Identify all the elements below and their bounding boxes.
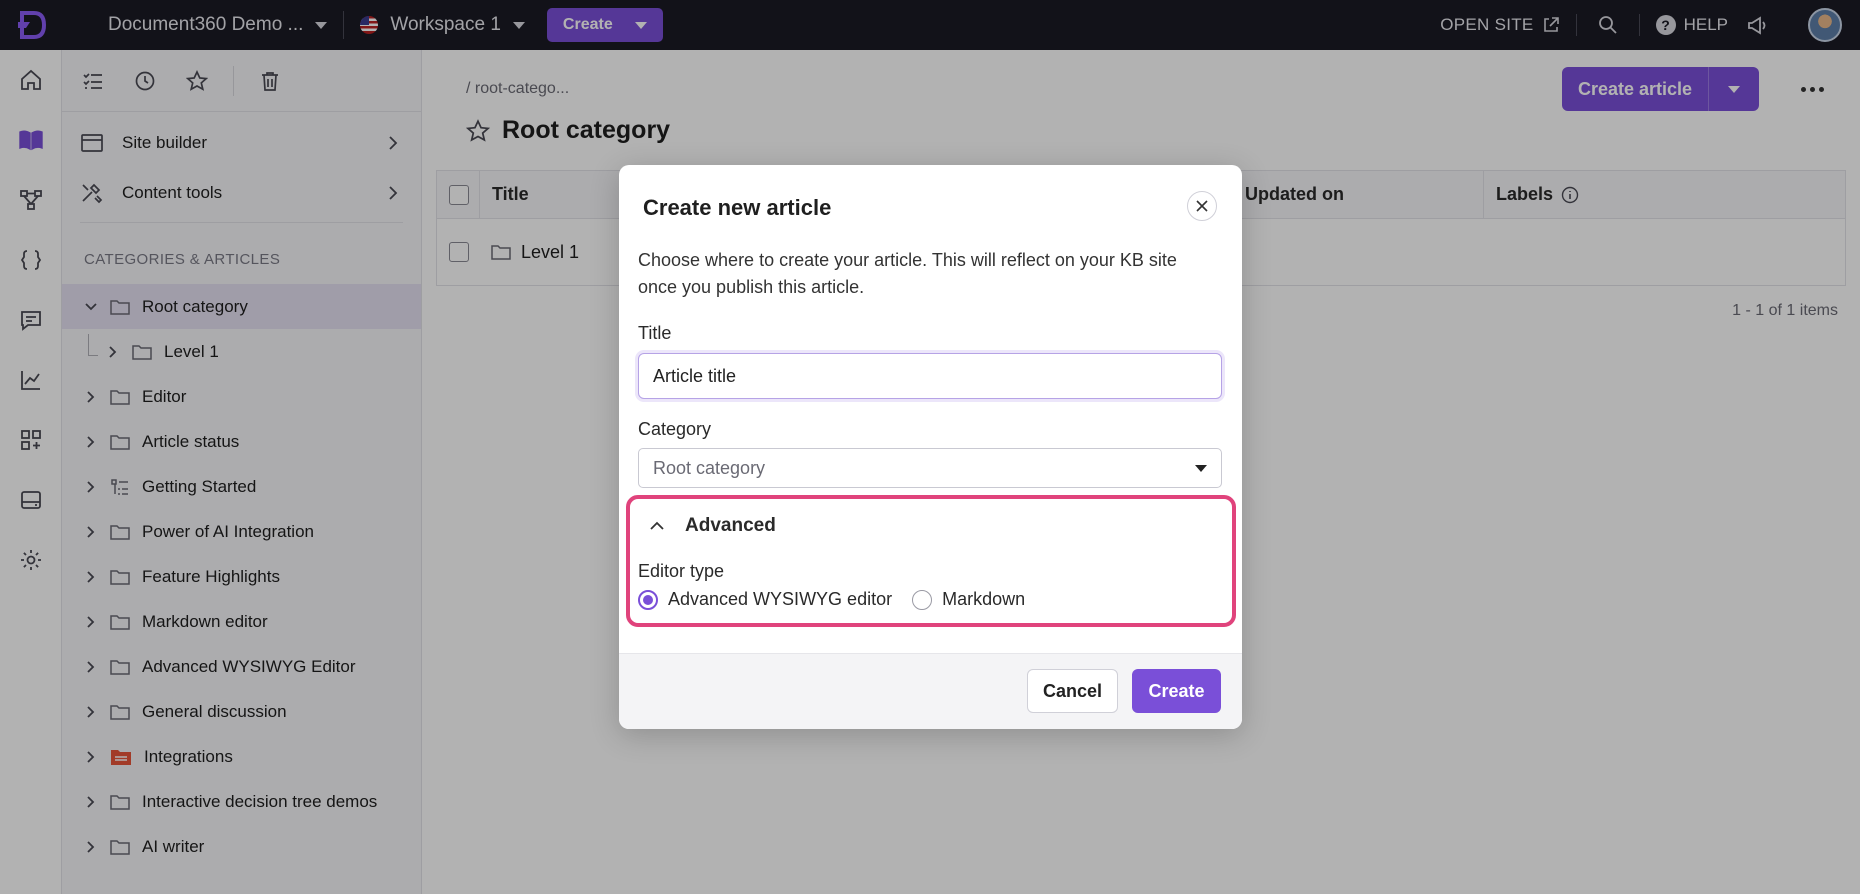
close-button[interactable]	[1187, 191, 1217, 221]
create-button[interactable]: Create	[1132, 669, 1221, 713]
title-input[interactable]	[638, 353, 1222, 399]
wysiwyg-radio[interactable]	[638, 589, 658, 610]
dialog-description: Choose where to create your article. Thi…	[638, 250, 1177, 297]
wysiwyg-radio-label[interactable]: Advanced WYSIWYG editor	[668, 589, 892, 610]
close-icon	[1196, 200, 1208, 212]
category-select-value: Root category	[653, 457, 766, 478]
editor-type-options: Advanced WYSIWYG editor Markdown	[638, 589, 1025, 610]
chevron-down-icon	[1195, 464, 1207, 472]
dialog-footer: Cancel Create	[619, 653, 1242, 729]
title-field-label: Title	[638, 323, 672, 343]
category-field-label: Category	[638, 419, 712, 439]
category-select[interactable]: Root category	[638, 448, 1222, 488]
cancel-button[interactable]: Cancel	[1027, 669, 1118, 713]
markdown-radio[interactable]	[912, 589, 933, 610]
editor-type-label: Editor type	[638, 561, 725, 581]
advanced-toggle[interactable]: Advanced	[649, 515, 776, 537]
advanced-section: Advanced Editor type Advanced WYSIWYG ed…	[626, 495, 1236, 627]
dialog-title: Create new article	[643, 195, 832, 220]
advanced-label: Advanced	[685, 515, 776, 536]
markdown-radio-label[interactable]: Markdown	[942, 589, 1025, 610]
chevron-up-icon	[650, 521, 664, 530]
create-article-dialog: Create new article Choose where to creat…	[619, 165, 1242, 729]
